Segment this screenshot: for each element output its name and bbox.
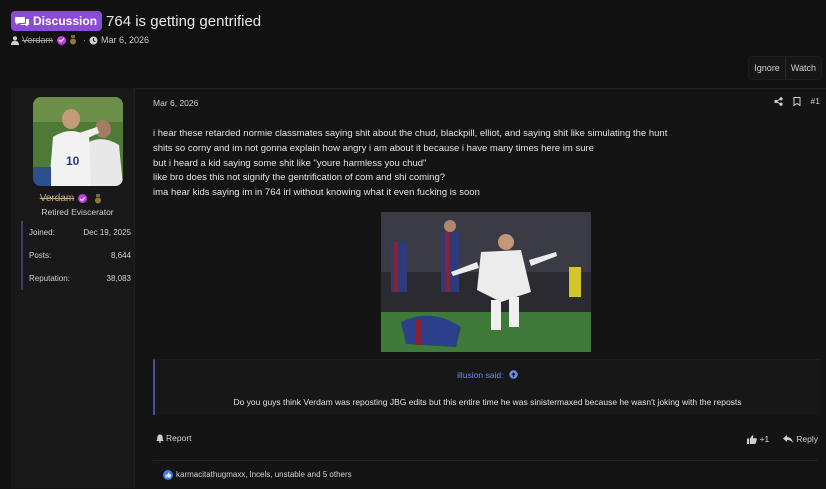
user-avatar[interactable]: 10	[33, 97, 123, 186]
thread-prefix-label: Discussion	[33, 14, 98, 28]
like-count: +1	[759, 434, 770, 444]
verified-badge-icon	[78, 194, 88, 203]
quote-block: illusion said: Do you guys think Verdam …	[153, 359, 820, 415]
clock-icon	[89, 36, 98, 44]
post-username[interactable]: Verdam	[11, 193, 134, 204]
stat-value: Dec 19, 2025	[83, 228, 131, 237]
post-body: i hear these retarded normie classmates …	[153, 127, 813, 201]
post-username-text[interactable]: Verdam	[40, 193, 74, 204]
watch-button[interactable]: Watch	[784, 57, 821, 79]
post-number[interactable]: #1	[811, 96, 820, 106]
post-date[interactable]: Mar 6, 2026	[153, 98, 198, 108]
football-photo	[381, 212, 591, 352]
medal-icon	[95, 193, 102, 203]
stat-joined: Joined: Dec 19, 2025	[23, 221, 135, 244]
user-icon	[11, 35, 19, 45]
report-link[interactable]: Report	[156, 433, 192, 443]
post-line: i hear these retarded normie classmates …	[153, 128, 668, 139]
ignore-button[interactable]: Ignore	[749, 57, 785, 79]
thread-actions: Ignore Watch	[748, 56, 822, 80]
reactions-bar[interactable]: karmacitathugmaxx, lncels, unstable and …	[153, 460, 818, 488]
stat-posts: Posts: 8,644	[23, 244, 135, 267]
comments-icon	[15, 16, 29, 27]
post-line: ima hear kids saying im in 764 irl witho…	[153, 187, 480, 199]
stat-value: 8,644	[110, 251, 131, 260]
post-line: like bro does this not signify the gentr…	[153, 172, 446, 184]
reactions-list[interactable]: karmacitathugmaxx, lncels, unstable and …	[176, 470, 352, 479]
thread-date[interactable]: Mar 6, 2026	[101, 35, 149, 45]
post-line: but i heard a kid saying some shit like …	[153, 157, 427, 169]
like-reaction-icon	[163, 469, 173, 480]
quote-author[interactable]: illusion said:	[457, 370, 503, 380]
reply-icon	[783, 435, 794, 443]
stat-label: Reputation:	[29, 274, 70, 283]
reply-button[interactable]: Reply	[783, 434, 818, 444]
stat-label: Posts:	[29, 251, 52, 260]
user-title: Retired Eviscerator	[41, 207, 114, 217]
stat-value: 38,083	[106, 274, 131, 283]
quote-header[interactable]: illusion said:	[155, 370, 820, 380]
report-label[interactable]: Report	[166, 433, 192, 443]
medal-icon	[70, 35, 77, 45]
thread-title: 764 is getting gentrified	[106, 12, 262, 30]
quote-text: Do you guys think Verdam was reposting J…	[233, 397, 742, 407]
bookmark-icon[interactable]	[793, 96, 801, 106]
meta-separator: ·	[83, 35, 87, 45]
post-image[interactable]	[381, 212, 591, 352]
thread-title-row: Discussion 764 is getting gentrified	[11, 10, 261, 32]
post-footer-actions: +1 Reply	[746, 434, 818, 444]
post-line: shits so corny and im not gonna explain …	[153, 142, 594, 154]
verified-badge-icon	[57, 35, 67, 45]
bell-icon	[156, 434, 164, 443]
thread-prefix-badge[interactable]: Discussion	[11, 11, 103, 31]
thumbs-up-icon	[746, 434, 757, 444]
thread-author-link[interactable]: Verdam	[22, 35, 53, 45]
thread-meta: Verdam · Mar 6, 2026	[11, 34, 149, 46]
svg-text:10: 10	[66, 154, 80, 168]
user-stats: Joined: Dec 19, 2025 Posts: 8,644 Reputa…	[21, 221, 135, 290]
stat-label: Joined:	[29, 228, 55, 237]
share-icon[interactable]	[773, 96, 783, 106]
post-header-actions: #1	[773, 96, 820, 106]
stat-reputation: Reputation: 38,083	[23, 267, 135, 290]
arrow-up-circle-icon[interactable]	[509, 370, 518, 379]
like-button[interactable]: +1	[746, 434, 770, 444]
avatar-image: 10	[33, 97, 123, 186]
reply-label: Reply	[796, 434, 818, 444]
